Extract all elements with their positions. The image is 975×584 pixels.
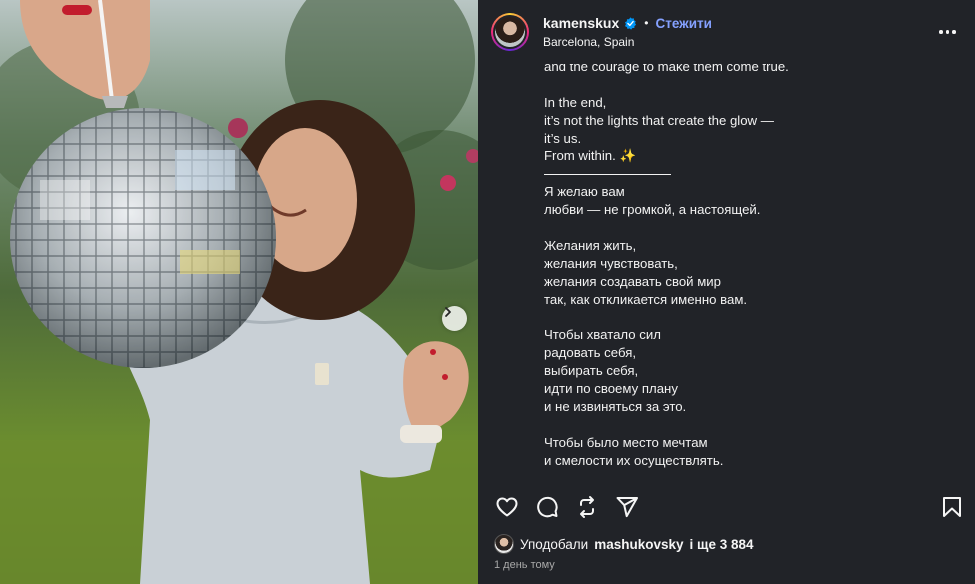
caption-line: and the courage to make them come true. (544, 64, 789, 74)
likes-count[interactable]: і ще 3 884 (690, 537, 754, 552)
more-options-icon-dot (952, 30, 956, 34)
more-options-button[interactable] (939, 26, 959, 38)
caption-line: и не извиняться за это. (544, 398, 687, 414)
follow-button[interactable]: Стежити (655, 16, 711, 31)
post-caption: and the courage to make them come true. I… (544, 64, 944, 485)
likes-prefix: Уподобали (520, 536, 589, 552)
caption-line: Чтобы хватало сил (544, 327, 661, 343)
author-avatar[interactable] (491, 13, 529, 51)
avatar-border (493, 15, 527, 49)
verified-badge-icon (625, 16, 637, 30)
caption-line: радовать себя, (544, 345, 637, 361)
bookmark-icon[interactable] (941, 495, 963, 519)
more-options-icon-dot (945, 30, 949, 34)
likes-summary: Уподобали mashukovsky і ще 3 884 (494, 534, 753, 554)
caption-line: так, как откликается именно вам. (544, 291, 748, 307)
caption-divider (544, 165, 944, 183)
heart-icon[interactable] (495, 495, 519, 519)
more-options-icon (939, 30, 943, 34)
author-username[interactable]: kamenskux (543, 15, 619, 31)
author-line: kamenskux • Стежити (543, 15, 712, 31)
author-info: kamenskux • Стежити Barcelona, Spain (543, 15, 712, 49)
post-photo (0, 0, 478, 584)
send-icon[interactable] (615, 495, 639, 519)
caption-line: Я желаю вам (544, 184, 625, 200)
post-location[interactable]: Barcelona, Spain (543, 35, 712, 49)
chevron-right-icon (445, 307, 451, 317)
caption-line: In the end, (544, 94, 607, 110)
carousel-next-button[interactable] (442, 306, 467, 331)
comment-icon[interactable] (535, 495, 559, 519)
post-side-panel: kamenskux • Стежити Barcelona, Spain and… (478, 0, 975, 584)
caption-line: Желания жить, (544, 237, 637, 253)
caption-line: желания создавать свой мир (544, 273, 721, 289)
separator-dot: • (644, 16, 649, 30)
caption-line: выбирать себя, (544, 363, 639, 379)
post-timestamp[interactable]: 1 день тому (494, 559, 555, 571)
action-bar (478, 488, 975, 524)
post-header: kamenskux • Стежити Barcelona, Spain (478, 0, 975, 64)
caption-line: it’s us. (544, 130, 582, 146)
caption-line: желания чувствовать, (544, 255, 678, 271)
caption-scroll-area[interactable]: and the courage to make them come true. I… (478, 64, 975, 485)
post-dialog: kamenskux • Стежити Barcelona, Spain and… (0, 0, 975, 584)
avatar-image (495, 17, 525, 47)
caption-line: и смелости их осуществлять. (544, 452, 724, 468)
caption-line: From within. ✨ (544, 148, 636, 164)
liker-avatar[interactable] (494, 534, 514, 554)
caption-line: любви — не громкой, а настоящей. (544, 202, 761, 218)
repost-icon[interactable] (575, 495, 599, 519)
caption-line: идти по своему плану (544, 381, 678, 397)
post-media[interactable] (0, 0, 478, 584)
liker-username[interactable]: mashukovsky (594, 537, 683, 552)
caption-line: it’s not the lights that create the glow… (544, 112, 774, 128)
caption-line: Чтобы было место мечтам (544, 434, 708, 450)
